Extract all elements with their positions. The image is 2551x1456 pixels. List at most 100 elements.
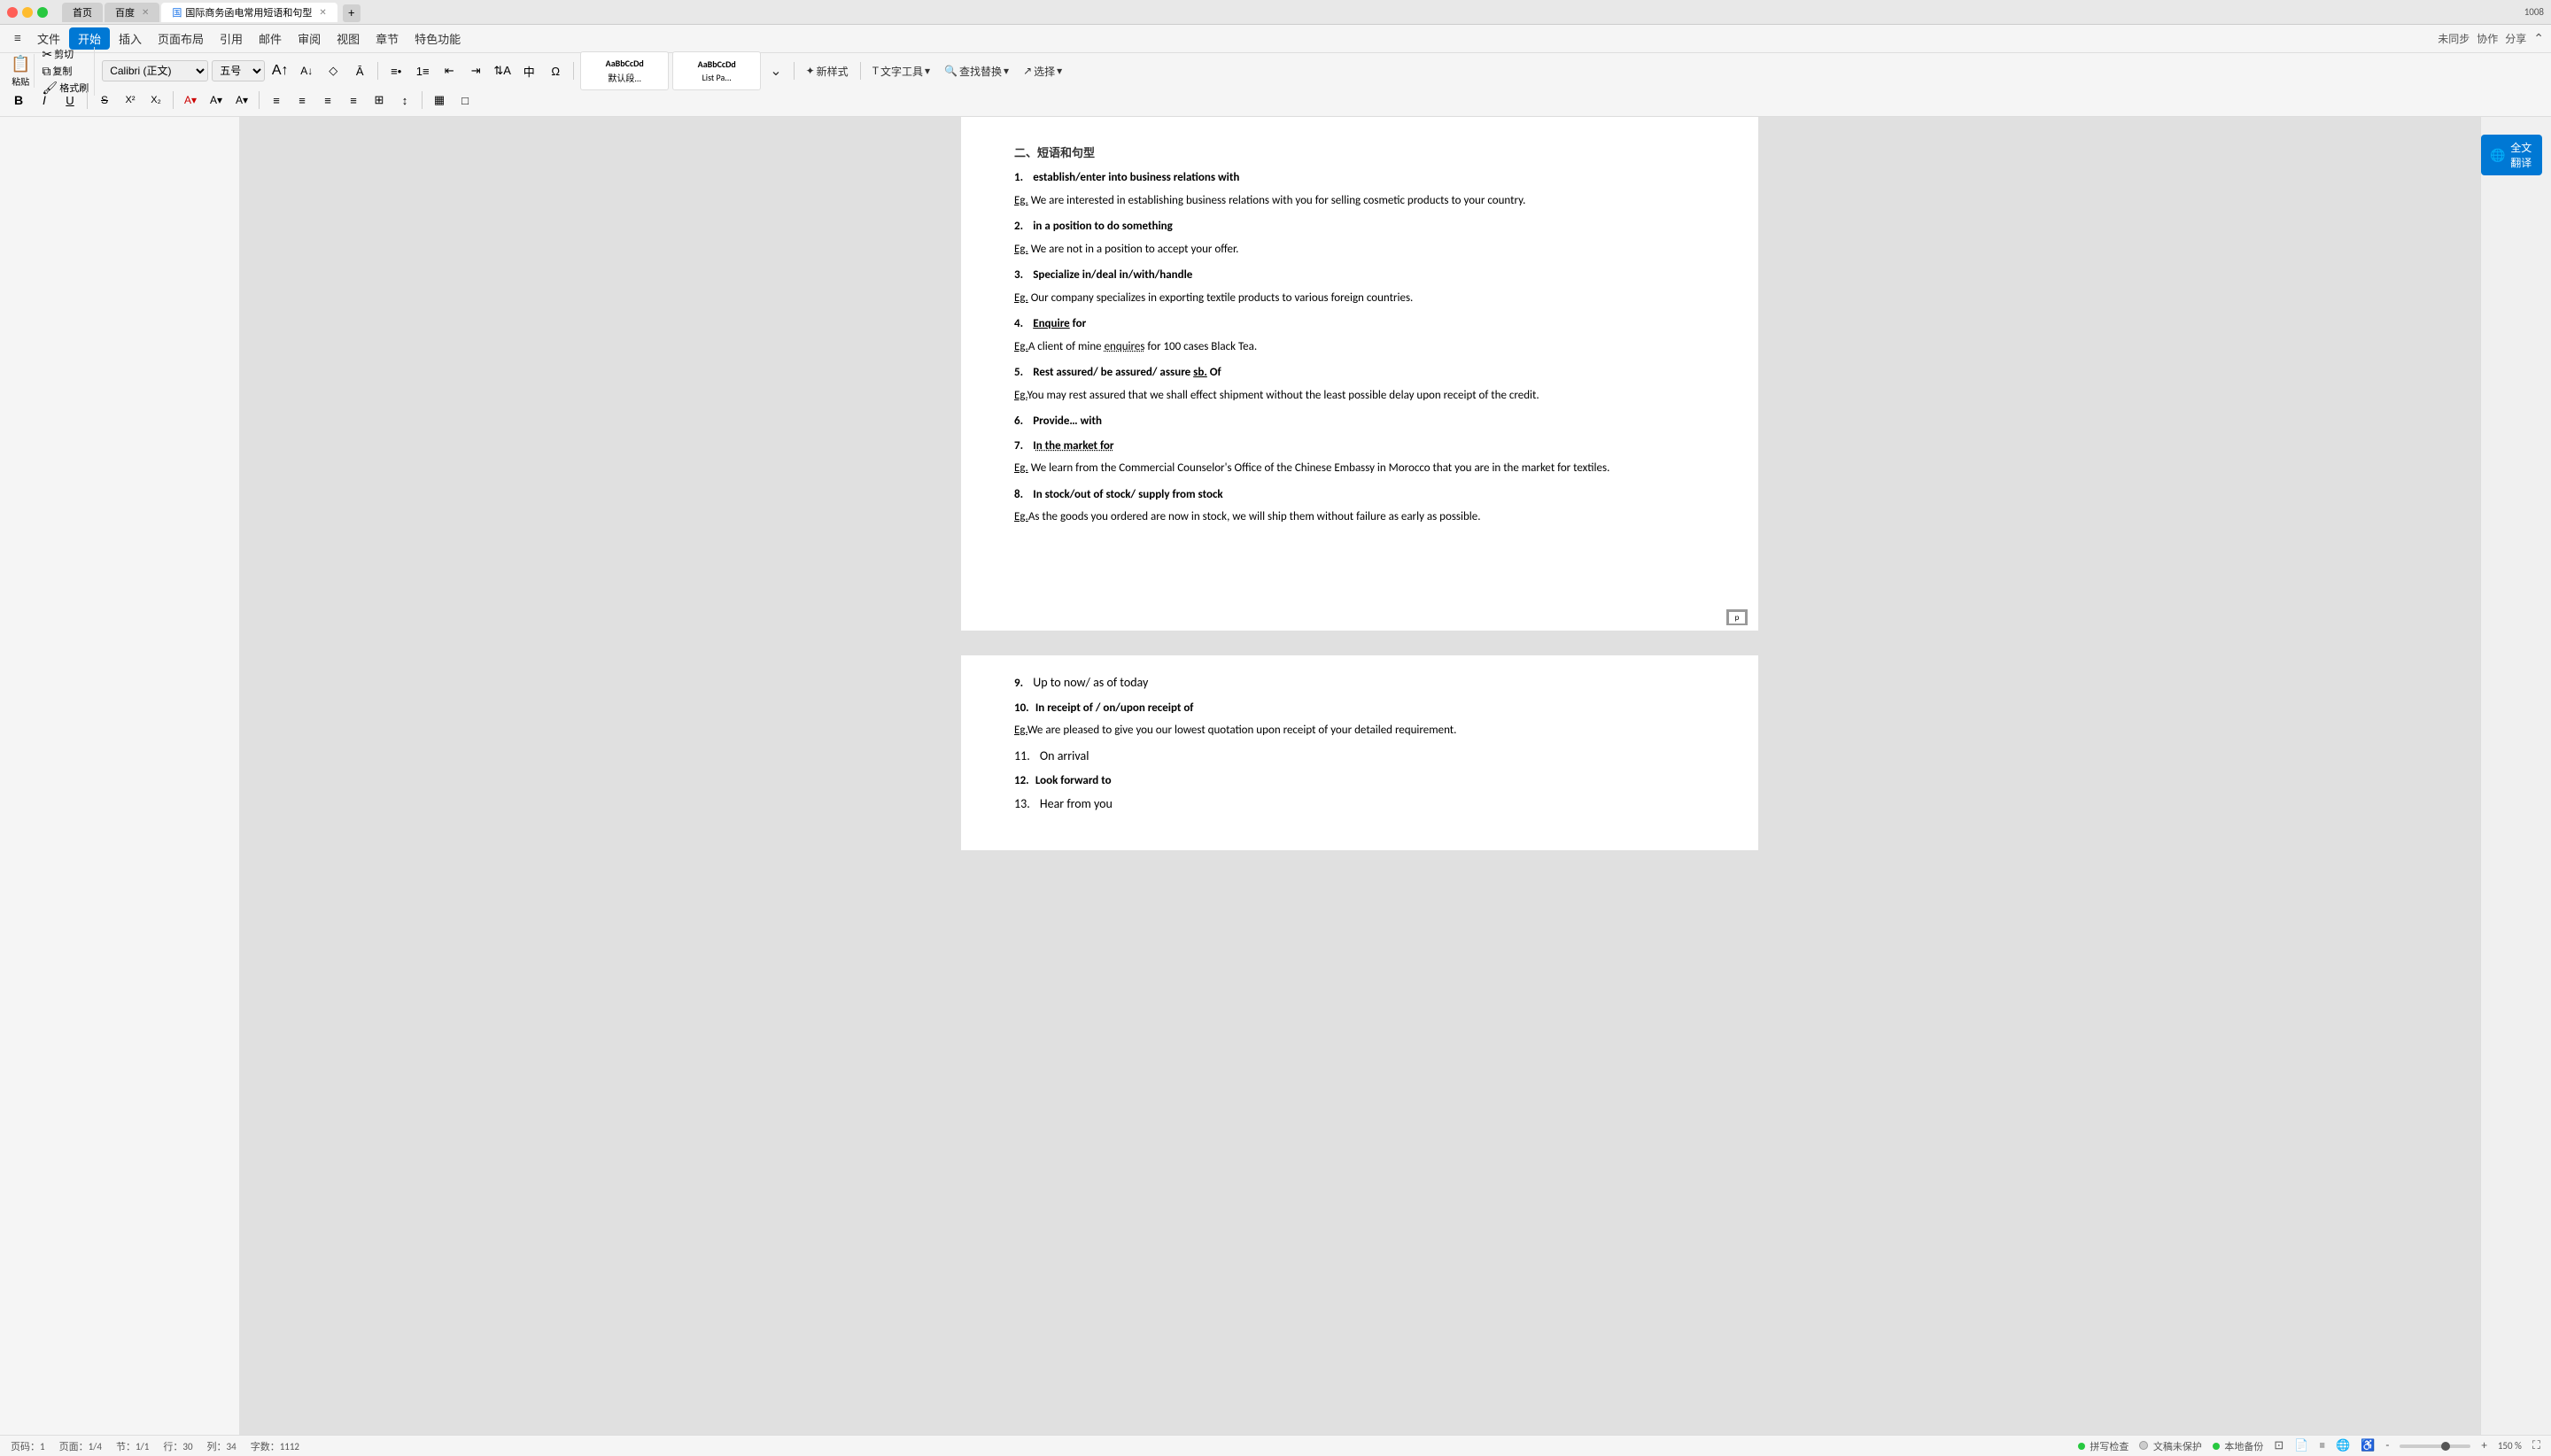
italic-button[interactable]: I xyxy=(33,89,56,111)
paste-label: 粘贴 xyxy=(12,74,29,88)
accessibility-icon[interactable]: ♿ xyxy=(2361,1439,2375,1452)
divider2 xyxy=(573,62,574,80)
menu-chapter[interactable]: 章节 xyxy=(368,27,406,50)
zoom-in-button[interactable]: + xyxy=(2481,1439,2486,1452)
view-outline-icon[interactable]: ≡ xyxy=(2319,1439,2324,1452)
divider4 xyxy=(860,62,861,80)
text-bg-button[interactable]: A▾ xyxy=(230,89,253,111)
collab-button[interactable]: 协作 xyxy=(2477,31,2498,46)
bullet-list-button[interactable]: ≡• xyxy=(384,60,407,81)
zoom-level[interactable]: 150 % xyxy=(2498,1440,2522,1452)
zoom-thumb xyxy=(2441,1442,2450,1451)
maximize-button[interactable] xyxy=(37,7,48,18)
spell-check-status[interactable]: 拼写检查 xyxy=(2078,1439,2129,1453)
bold-button[interactable]: B xyxy=(7,89,30,111)
style-listpa[interactable]: AaBbCcDd List Pa... xyxy=(672,51,761,90)
font-size-select[interactable]: 五号 xyxy=(212,60,265,81)
style-default[interactable]: AaBbCcDd 默认段... xyxy=(580,51,669,90)
chinese-chars-button[interactable]: 中 xyxy=(517,60,540,81)
toolbar-row1: 📋 粘贴 ✂ 剪切 ⧉ 复制 🖌 格式刷 Calibri (正文) 五号 A↑ … xyxy=(7,57,2544,85)
collapse-button[interactable]: ⌃ xyxy=(2533,31,2544,46)
decrease-indent-button[interactable]: ⇤ xyxy=(438,60,461,81)
special-chars-button[interactable]: Ω xyxy=(544,60,567,81)
menu-reference[interactable]: 引用 xyxy=(213,27,250,50)
list-item-7: 7. In the market for xyxy=(1014,436,1705,455)
align-center-button[interactable]: ≡ xyxy=(291,89,314,111)
sort-button[interactable]: ⇅A xyxy=(491,60,514,81)
add-tab-button[interactable]: + xyxy=(343,4,361,22)
find-replace-icon: 🔍 xyxy=(944,65,958,77)
new-style-button[interactable]: ✦ 新样式 xyxy=(801,61,854,81)
line: 行：30 xyxy=(163,1439,192,1453)
borders-button[interactable]: □ xyxy=(454,89,477,111)
status-bar: 页码：1 页面：1/4 节：1/1 行：30 列：34 字数：1112 拼写检查… xyxy=(0,1435,2551,1456)
menu-view[interactable]: 视图 xyxy=(330,27,367,50)
minimize-button[interactable] xyxy=(22,7,33,18)
line-spacing-button[interactable]: ↕ xyxy=(393,89,416,111)
strikethrough-button[interactable]: S xyxy=(93,89,116,111)
columns-button[interactable]: ⊞ xyxy=(368,89,391,111)
share-button[interactable]: 分享 xyxy=(2505,31,2526,46)
divider6 xyxy=(173,91,174,109)
close-tab-baidu[interactable]: ✕ xyxy=(142,6,149,18)
words: 字数：1112 xyxy=(251,1439,299,1453)
divider5 xyxy=(87,91,88,109)
select-button[interactable]: ↗ 选择▾ xyxy=(1018,61,1067,81)
eg-2: Eg. We are not in a position to accept y… xyxy=(1014,241,1705,259)
decrease-font-button[interactable]: A↓ xyxy=(295,60,318,81)
fullscreen-button[interactable]: ⛶ xyxy=(2532,1439,2540,1452)
numbered-list-button[interactable]: 1≡ xyxy=(411,60,434,81)
hamburger-menu[interactable]: ≡ xyxy=(7,27,28,50)
copy-button[interactable]: ⧉ 复制 xyxy=(42,64,89,79)
increase-indent-button[interactable]: ⇥ xyxy=(464,60,487,81)
superscript-button[interactable]: X² xyxy=(119,89,142,111)
subscript-button[interactable]: X₂ xyxy=(144,89,167,111)
language-icon[interactable]: 🌐 xyxy=(2336,1439,2350,1452)
view-normal-icon[interactable]: ⊡ xyxy=(2274,1439,2283,1452)
cut-button[interactable]: ✂ 剪切 xyxy=(42,47,89,62)
eg-4: Eg.A client of mine enquires for 100 cas… xyxy=(1014,338,1705,356)
underline-button[interactable]: U xyxy=(58,89,81,111)
page-2: 9. Up to now/ as of today 10. In receipt… xyxy=(961,655,1758,850)
list-item-13: 13. Hear from you xyxy=(1014,794,1705,813)
tab-baidu[interactable]: 百度 ✕ xyxy=(105,3,159,22)
align-right-button[interactable]: ≡ xyxy=(316,89,339,111)
table-shading-button[interactable]: ▦ xyxy=(428,89,451,111)
menu-layout[interactable]: 页面布局 xyxy=(151,27,211,50)
find-replace-button[interactable]: 🔍 查找替换▾ xyxy=(939,61,1014,81)
menu-insert[interactable]: 插入 xyxy=(112,27,149,50)
toolbar: 📋 粘贴 ✂ 剪切 ⧉ 复制 🖌 格式刷 Calibri (正文) 五号 A↑ … xyxy=(0,53,2551,117)
text-effects-button[interactable]: Ā xyxy=(348,60,371,81)
font-family-select[interactable]: Calibri (正文) xyxy=(102,60,208,81)
clear-format-button[interactable]: ◇ xyxy=(322,60,345,81)
file-status[interactable]: 文稿未保护 xyxy=(2139,1439,2202,1453)
menu-mail[interactable]: 邮件 xyxy=(252,27,289,50)
paste-icon[interactable]: 📋 xyxy=(11,54,30,74)
styles-dropdown[interactable]: ⌄ xyxy=(764,59,787,82)
highlight-button[interactable]: A▾ xyxy=(205,89,228,111)
menu-bar: ≡ 文件 开始 插入 页面布局 引用 邮件 审阅 视图 章节 特色功能 未同步 … xyxy=(0,25,2551,53)
close-button[interactable] xyxy=(7,7,18,18)
sync-status[interactable]: 未同步 xyxy=(2438,31,2470,46)
text-tool-button[interactable]: T 文字工具▾ xyxy=(867,61,935,81)
backup-status[interactable]: 本地备份 xyxy=(2213,1439,2264,1453)
view-print-icon[interactable]: 📄 xyxy=(2294,1439,2308,1452)
align-left-button[interactable]: ≡ xyxy=(265,89,288,111)
close-tab-doc[interactable]: ✕ xyxy=(319,6,326,18)
translate-button[interactable]: 🌐 全文翻译 xyxy=(2481,135,2542,175)
increase-font-button[interactable]: A↑ xyxy=(268,60,291,81)
font-color-button[interactable]: A▾ xyxy=(179,89,202,111)
align-justify-button[interactable]: ≡ xyxy=(342,89,365,111)
menu-special[interactable]: 特色功能 xyxy=(407,27,468,50)
menu-review[interactable]: 审阅 xyxy=(291,27,328,50)
zoom-slider[interactable] xyxy=(2400,1444,2470,1448)
tab-home[interactable]: 首页 xyxy=(62,3,103,22)
main-area: 二、短语和句型 1. establish/enter into business… xyxy=(0,117,2551,1435)
document-area[interactable]: 二、短语和句型 1. establish/enter into business… xyxy=(239,117,2480,1435)
eg-3: Eg. Our company specializes in exporting… xyxy=(1014,290,1705,307)
zoom-out-button[interactable]: - xyxy=(2385,1439,2389,1452)
left-gutter xyxy=(0,117,239,1435)
list-item-4: 4. Enquire for xyxy=(1014,314,1705,333)
title-bar: 首页 百度 ✕ 国 国际商务函电常用短语和句型 ✕ + 1008 xyxy=(0,0,2551,25)
tab-doc[interactable]: 国 国际商务函电常用短语和句型 ✕ xyxy=(161,3,337,22)
